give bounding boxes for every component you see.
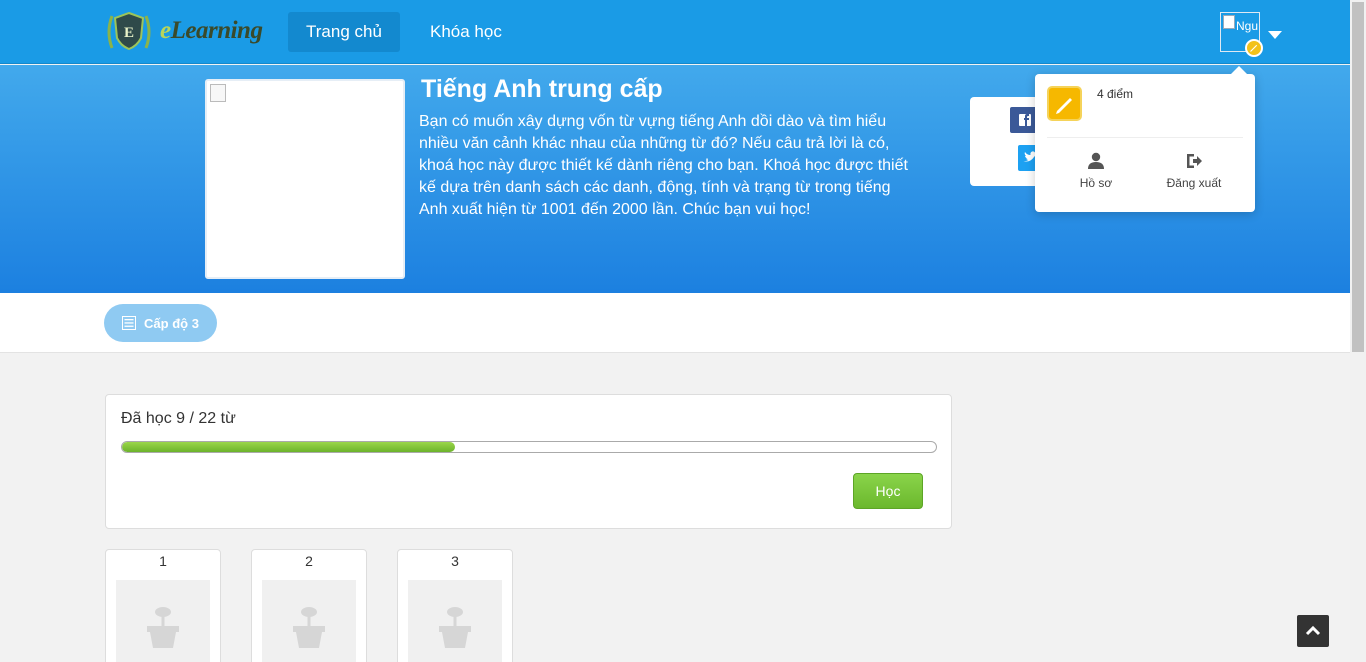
level-bar: Cấp độ 3 xyxy=(0,293,1350,353)
logo-badge-letter: E xyxy=(124,25,134,41)
logout-link[interactable]: Đăng xuất xyxy=(1154,152,1234,190)
popover-divider xyxy=(1047,137,1243,138)
nav-courses[interactable]: Khóa học xyxy=(412,12,520,52)
broken-image-icon xyxy=(1223,15,1235,29)
pencil-icon xyxy=(1047,86,1082,121)
profile-label: Hồ sơ xyxy=(1079,176,1113,190)
level-label: Cấp độ 3 xyxy=(144,315,199,331)
site-logo[interactable]: E eLearning xyxy=(104,8,263,54)
plant-placeholder-icon xyxy=(293,607,325,648)
logo-text-prefix: e xyxy=(160,17,171,44)
avatar-pencil-badge-icon xyxy=(1245,39,1263,57)
scrollbar-thumb[interactable] xyxy=(1352,2,1364,352)
progress-bar-fill xyxy=(122,442,455,452)
course-description: Bạn có muốn xây dựng vốn từ vựng tiếng A… xyxy=(419,113,908,218)
word-thumbnail xyxy=(408,580,502,662)
level-button[interactable]: Cấp độ 3 xyxy=(104,304,217,342)
sign-out-icon xyxy=(1187,154,1202,168)
progress-text: Đã học 9 / 22 từ xyxy=(121,410,236,427)
logout-label: Đăng xuất xyxy=(1166,176,1222,190)
user-menu-caret-icon[interactable] xyxy=(1268,31,1282,39)
learn-button[interactable]: Học xyxy=(853,473,923,509)
logo-text: eLearning xyxy=(160,17,263,45)
progress-bar xyxy=(121,441,937,453)
course-title: Tiếng Anh trung cấp xyxy=(421,75,663,103)
word-thumbnail xyxy=(116,580,210,662)
page-scrollbar[interactable] xyxy=(1350,0,1366,662)
word-card[interactable]: 1 xyxy=(105,549,221,662)
word-thumbnail xyxy=(262,580,356,662)
avatar-alt-text: Ngu Vă xyxy=(1236,19,1259,33)
broken-image-icon xyxy=(210,84,226,102)
word-card[interactable]: 3 xyxy=(397,549,513,662)
logo-shield-icon: E xyxy=(107,11,151,51)
scroll-to-top-button[interactable] xyxy=(1297,615,1329,647)
profile-link[interactable]: Hồ sơ xyxy=(1056,152,1136,190)
user-popover: 4 điểm Hồ sơ Đăng xuất xyxy=(1035,66,1255,212)
logo-text-rest: Learning xyxy=(170,17,263,44)
course-image xyxy=(205,79,405,279)
word-index: 3 xyxy=(451,553,459,569)
progress-card: Đã học 9 / 22 từ Học xyxy=(105,394,952,529)
word-card[interactable]: 2 xyxy=(251,549,367,662)
top-navbar: E eLearning Trang chủ Khóa học Ngu Vă xyxy=(0,0,1350,64)
user-points: 4 điểm xyxy=(1097,87,1134,101)
nav-home[interactable]: Trang chủ xyxy=(288,12,400,52)
list-icon xyxy=(122,316,137,330)
word-index: 2 xyxy=(305,553,313,569)
plant-placeholder-icon xyxy=(147,607,179,648)
chevron-up-icon xyxy=(1305,625,1321,636)
plant-placeholder-icon xyxy=(439,607,471,648)
word-index: 1 xyxy=(159,553,167,569)
user-icon xyxy=(1088,152,1104,169)
